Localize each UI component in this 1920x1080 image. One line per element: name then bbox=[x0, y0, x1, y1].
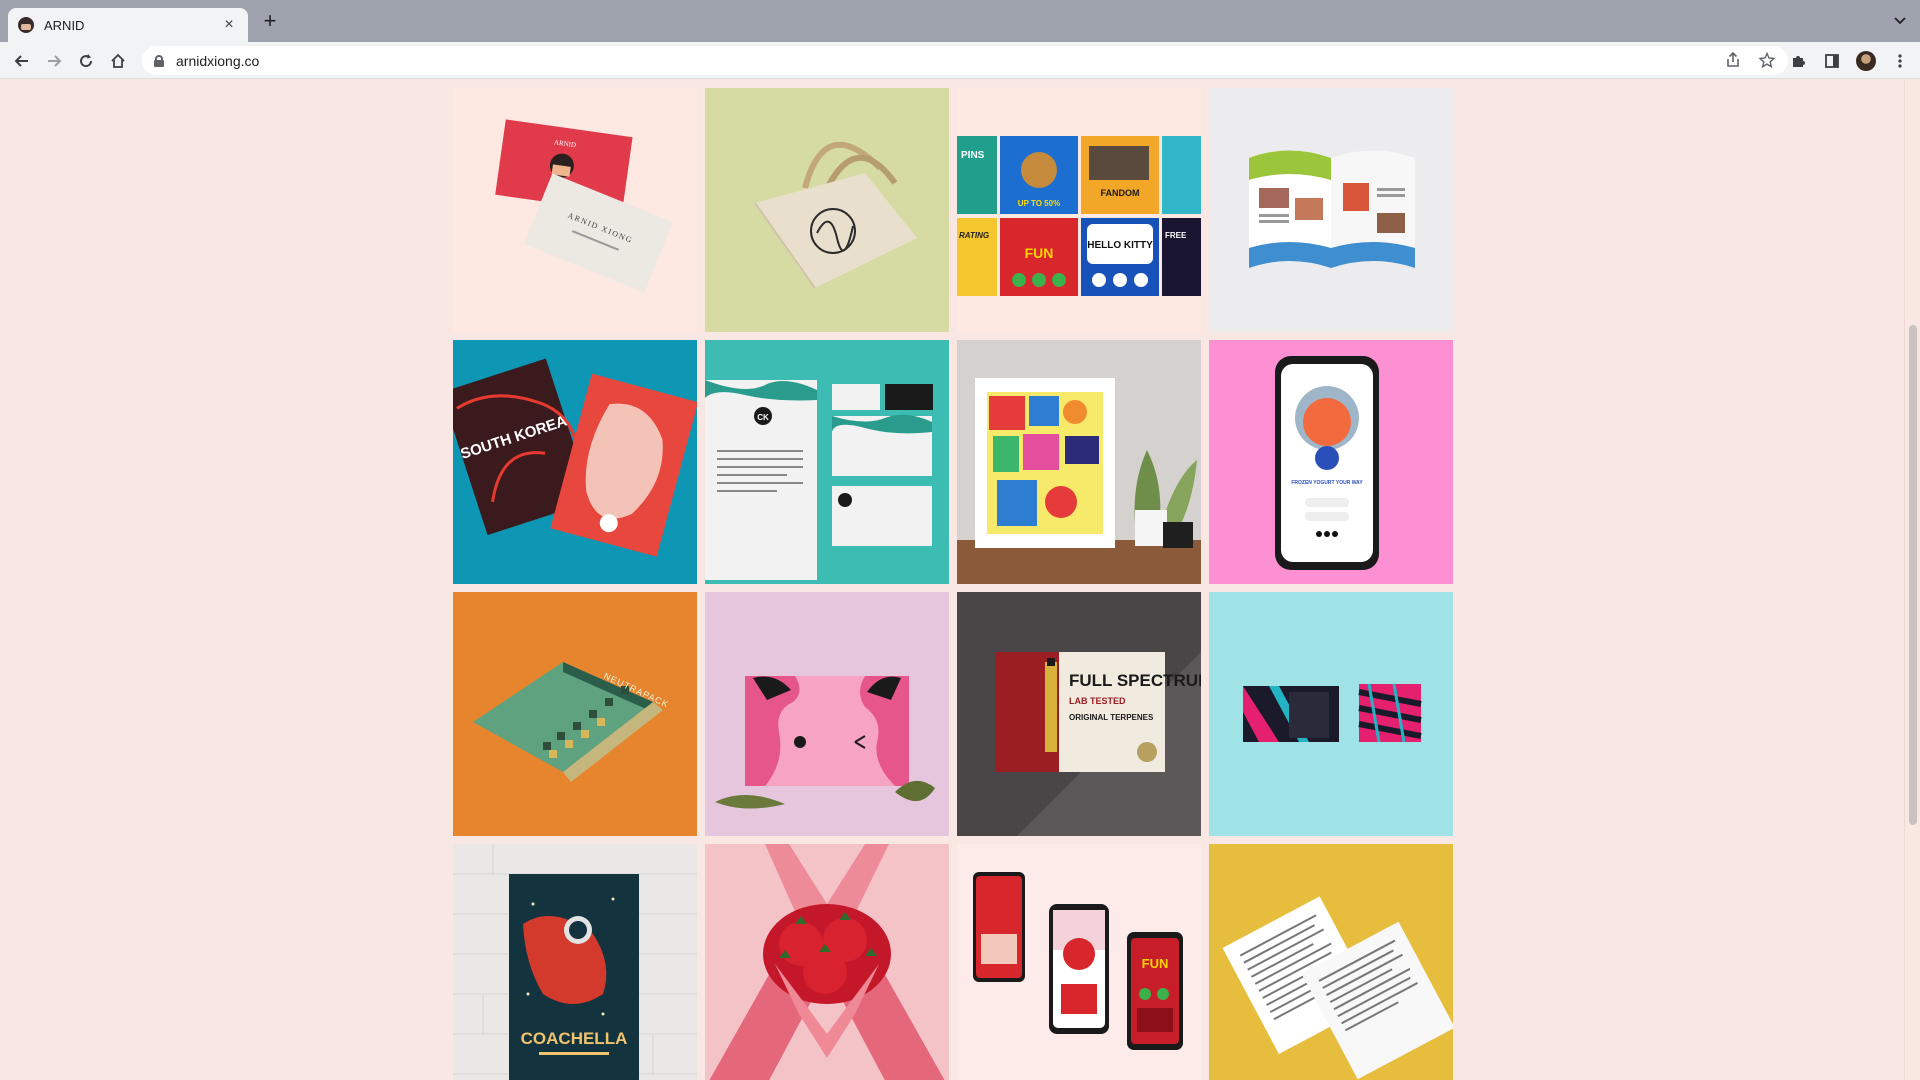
tab-strip: ARNID × + bbox=[0, 0, 1920, 42]
froyo-tagline: FROZEN YOGURT YOUR WAY bbox=[1291, 480, 1363, 486]
project-tile-tote-bag[interactable] bbox=[705, 88, 949, 332]
lock-icon[interactable] bbox=[154, 54, 164, 67]
hello-kitty-label: HELLO KITTY bbox=[1087, 240, 1153, 251]
project-tile-frozen-yogurt-app[interactable]: FROZEN YOGURT YOUR WAY bbox=[1209, 340, 1453, 584]
page-scrollbar[interactable] bbox=[1904, 80, 1920, 1080]
project-tile-magazine-spread[interactable] bbox=[1209, 88, 1453, 332]
side-panel-icon[interactable] bbox=[1820, 49, 1844, 73]
kebab-menu-icon[interactable] bbox=[1888, 49, 1912, 73]
project-tile-business-cards[interactable]: ARNID ARNID XIONG bbox=[453, 88, 697, 332]
bookmark-star-icon[interactable] bbox=[1758, 51, 1776, 69]
portfolio-grid: ARNID ARNID XIONG PINS UP TO 50% FANDOM … bbox=[453, 88, 1453, 1080]
free-label: FREE bbox=[1165, 231, 1187, 240]
phone-fun-label: FUN bbox=[1142, 956, 1169, 971]
rating-label: RATING bbox=[959, 231, 989, 240]
tab-title: ARNID bbox=[44, 17, 85, 33]
project-tile-geometric-book[interactable]: NEUTRAPACK bbox=[453, 592, 697, 836]
terpenes-text: ORIGINAL TERPENES bbox=[1069, 713, 1154, 722]
portfolio-page: ARNID ARNID XIONG PINS UP TO 50% FANDOM … bbox=[0, 80, 1920, 1080]
project-tile-pattern-books[interactable] bbox=[1209, 592, 1453, 836]
spectrum-headline: FULL SPECTRUM bbox=[1069, 671, 1201, 690]
tab-list-chevron-icon[interactable] bbox=[1894, 12, 1906, 28]
project-tile-full-spectrum-ad[interactable]: FULL SPECTRUM LAB TESTED ORIGINAL TERPEN… bbox=[957, 592, 1201, 836]
coachella-title: COACHELLA bbox=[521, 1029, 628, 1048]
project-tile-south-korea-posters[interactable]: SOUTH KOREA bbox=[453, 340, 697, 584]
fun-label: FUN bbox=[1025, 245, 1054, 261]
fandom-label: FANDOM bbox=[1101, 188, 1140, 198]
home-icon[interactable] bbox=[106, 49, 130, 73]
lab-tested-text: LAB TESTED bbox=[1069, 696, 1126, 706]
project-tile-coachella-poster[interactable]: COACHELLA bbox=[453, 844, 697, 1080]
ck-logo-text: CK bbox=[757, 413, 769, 422]
scrollbar-thumb[interactable] bbox=[1909, 325, 1917, 825]
share-icon[interactable] bbox=[1724, 51, 1742, 69]
new-tab-icon[interactable]: + bbox=[258, 10, 282, 34]
project-tile-ck-stationery[interactable]: CK bbox=[705, 340, 949, 584]
project-tile-letter-papers[interactable] bbox=[1209, 844, 1453, 1080]
project-tile-phone-mockups[interactable]: FUN bbox=[957, 844, 1201, 1080]
project-tile-pink-faces-card[interactable] bbox=[705, 592, 949, 836]
forward-arrow-icon[interactable] bbox=[42, 49, 66, 73]
url-text[interactable]: arnidxiong.co bbox=[176, 53, 259, 69]
extensions-puzzle-icon[interactable] bbox=[1786, 49, 1810, 73]
project-tile-framed-geometric-art[interactable] bbox=[957, 340, 1201, 584]
sale-label: UP TO 50% bbox=[1018, 199, 1060, 208]
close-tab-icon[interactable]: × bbox=[220, 16, 238, 34]
address-bar[interactable]: arnidxiong.co bbox=[142, 46, 1788, 75]
site-favicon-icon bbox=[18, 17, 34, 33]
back-arrow-icon[interactable] bbox=[10, 49, 34, 73]
project-tile-pins-banners[interactable]: PINS UP TO 50% FANDOM RATING FUN HELLO K… bbox=[957, 88, 1201, 332]
browser-toolbar: arnidxiong.co bbox=[0, 42, 1920, 79]
profile-avatar[interactable] bbox=[1854, 49, 1878, 73]
pins-label: PINS bbox=[961, 150, 985, 161]
reload-icon[interactable] bbox=[74, 49, 98, 73]
browser-tab[interactable]: ARNID × bbox=[8, 8, 248, 42]
project-tile-strawberry-hands[interactable] bbox=[705, 844, 949, 1080]
